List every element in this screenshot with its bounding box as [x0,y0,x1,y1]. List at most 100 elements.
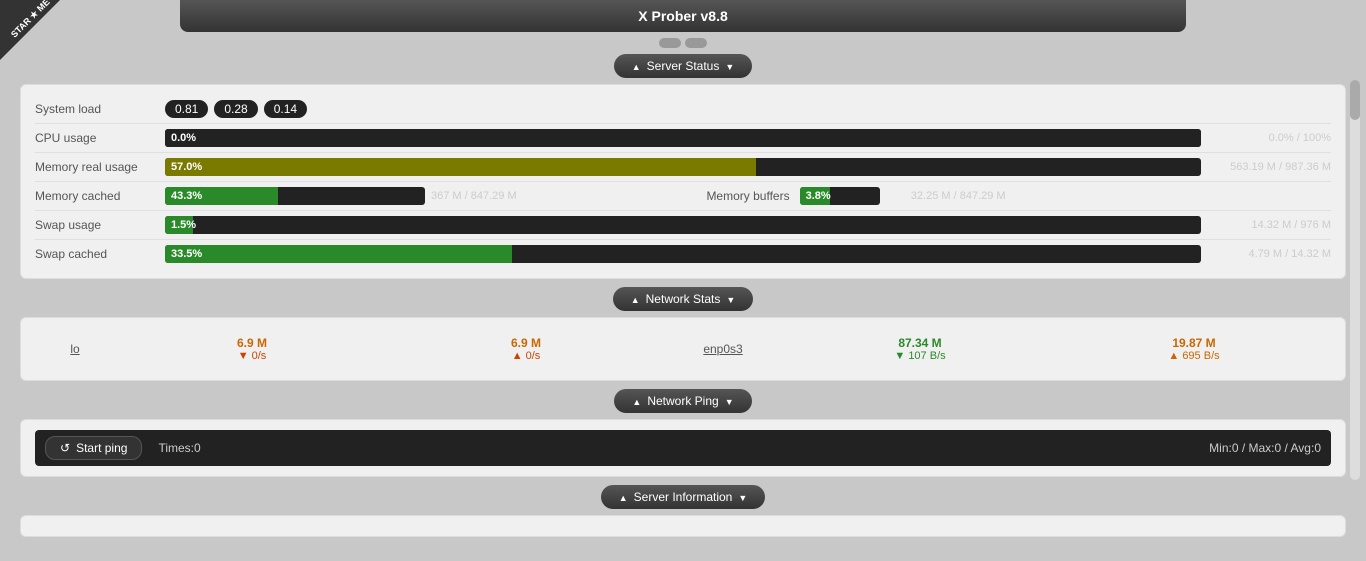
iface-enp0s3: enp0s3 [663,342,783,356]
lo-rx-rate: ▼ 0/s [115,350,389,362]
minimize-btn-2[interactable] [685,38,707,48]
scrollbar[interactable] [1350,80,1360,480]
minimize-buttons [0,38,1366,48]
network-ping-toggle-container: Network Ping [0,389,1366,413]
start-ping-label: Start ping [76,441,127,455]
lo-tx-total: 6.9 M [389,336,663,350]
swap-cached-text: 33.5% [171,248,202,260]
memory-cached-text: 43.3% [171,190,202,202]
swap-cached-label: Swap cached [35,247,165,261]
network-ping-arrow-down [725,394,734,408]
enp-rx-total: 87.34 M [783,336,1057,350]
network-stats-toggle[interactable]: Network Stats [613,287,754,311]
enp-rx-stat: 87.34 M ▼ 107 B/s [783,336,1057,362]
swap-usage-fill: 1.5% [165,216,193,234]
cpu-usage-row: CPU usage 0.0% 0.0% / 100% [35,124,1331,153]
cpu-usage-label: CPU usage [35,131,165,145]
swap-usage-text: 1.5% [171,219,196,231]
memory-real-content: 57.0% 563.19 M / 987.36 M [165,158,1331,176]
refresh-icon: ↺ [60,441,70,455]
server-info-arrow-down [738,490,747,504]
swap-usage-range: 14.32 M / 976 M [1211,219,1331,231]
memory-real-label: Memory real usage [35,160,165,174]
enp-rx-rate: ▼ 107 B/s [783,350,1057,362]
system-load-row: System load 0.81 0.28 0.14 [35,95,1331,124]
corner-logo: STAR ★ ME [0,0,60,60]
network-row-lo: lo 6.9 M ▼ 0/s 6.9 M ▲ 0/s enp0s3 87.34 … [35,328,1331,370]
memory-real-bar: 57.0% [165,158,1201,176]
memory-split: 43.3% 367 M / 847.29 M Memory buffers 3.… [165,187,1331,205]
memory-cached-item: 43.3% 367 M / 847.29 M [165,187,696,205]
server-info-label: Server Information [634,490,733,504]
minimize-btn-1[interactable] [659,38,681,48]
server-status-panel: System load 0.81 0.28 0.14 CPU usage 0.0… [20,84,1346,279]
server-status-toggle-container: Server Status [0,54,1366,78]
iface-lo: lo [35,342,115,356]
server-status-arrow-up [632,59,641,73]
memory-cached-row: Memory cached 43.3% 367 M / 847.29 M Mem… [35,182,1331,211]
swap-usage-row: Swap usage 1.5% 14.32 M / 976 M [35,211,1331,240]
server-info-arrow-up [619,490,628,504]
lo-tx-rate: ▲ 0/s [389,350,663,362]
memory-cached-fill: 43.3% [165,187,278,205]
memory-real-range: 563.19 M / 987.36 M [1211,161,1331,173]
memory-cached-content: 43.3% 367 M / 847.29 M Memory buffers 3.… [165,187,1331,205]
swap-cached-row: Swap cached 33.5% 4.79 M / 14.32 M [35,240,1331,268]
memory-buffers-bar: 3.8% [800,187,880,205]
server-info-toggle[interactable]: Server Information [601,485,766,509]
network-ping-arrow-up [632,394,641,408]
logo-text: STAR ★ ME [9,0,52,40]
ping-stats: Min:0 / Max:0 / Avg:0 [1209,441,1321,455]
load-pill-3: 0.14 [264,100,307,118]
swap-usage-bar: 1.5% [165,216,1201,234]
network-stats-label: Network Stats [646,292,721,306]
server-info-panel [20,515,1346,537]
system-load-content: 0.81 0.28 0.14 [165,100,1331,118]
cpu-range-label: 0.0% / 100% [1211,132,1331,144]
memory-buffers-text: 3.8% [806,190,831,202]
memory-real-fill: 57.0% [165,158,756,176]
swap-cached-range: 4.79 M / 14.32 M [1211,248,1331,260]
network-ping-toggle[interactable]: Network Ping [614,389,751,413]
swap-usage-content: 1.5% 14.32 M / 976 M [165,216,1331,234]
cpu-bar-fill: 0.0% [165,129,1201,147]
memory-real-text: 57.0% [171,161,202,173]
app-title: X Prober v8.8 [180,0,1186,32]
load-pill-1: 0.81 [165,100,208,118]
ping-row: ↺ Start ping Times:0 Min:0 / Max:0 / Avg… [35,430,1331,466]
memory-buffers-fill: 3.8% [800,187,830,205]
memory-cached-label: Memory cached [35,189,165,203]
swap-cached-bar: 33.5% [165,245,1201,263]
system-load-label: System load [35,102,165,116]
iface-lo-link[interactable]: lo [70,342,79,356]
start-ping-button[interactable]: ↺ Start ping [45,436,142,460]
cpu-bar-text: 0.0% [171,132,196,144]
server-info-toggle-container: Server Information [0,485,1366,509]
ping-times: Times:0 [142,441,1209,455]
enp-tx-stat: 19.87 M ▲ 695 B/s [1057,336,1331,362]
swap-cached-content: 33.5% 4.79 M / 14.32 M [165,245,1331,263]
cpu-usage-content: 0.0% 0.0% / 100% [165,129,1331,147]
enp-tx-rate: ▲ 695 B/s [1057,350,1331,362]
network-stats-panel: lo 6.9 M ▼ 0/s 6.9 M ▲ 0/s enp0s3 87.34 … [20,317,1346,381]
cpu-bar: 0.0% [165,129,1201,147]
enp-tx-total: 19.87 M [1057,336,1331,350]
network-stats-arrow-up [631,292,640,306]
scrollbar-thumb[interactable] [1350,80,1360,120]
memory-cached-bar: 43.3% [165,187,425,205]
network-stats-toggle-container: Network Stats [0,287,1366,311]
lo-rx-total: 6.9 M [115,336,389,350]
lo-rx-stat: 6.9 M ▼ 0/s [115,336,389,362]
server-status-toggle[interactable]: Server Status [614,54,753,78]
network-ping-label: Network Ping [647,394,718,408]
server-status-arrow-down [725,59,734,73]
memory-real-row: Memory real usage 57.0% 563.19 M / 987.3… [35,153,1331,182]
swap-usage-label: Swap usage [35,218,165,232]
iface-enp0s3-link[interactable]: enp0s3 [703,342,742,356]
server-status-label: Server Status [647,59,720,73]
memory-buffers-item: 3.8% 32.25 M / 847.29 M [800,187,1331,205]
network-stats-arrow-down [726,292,735,306]
load-pill-2: 0.28 [214,100,257,118]
memory-buffers-label: Memory buffers [706,189,789,203]
swap-cached-fill: 33.5% [165,245,512,263]
